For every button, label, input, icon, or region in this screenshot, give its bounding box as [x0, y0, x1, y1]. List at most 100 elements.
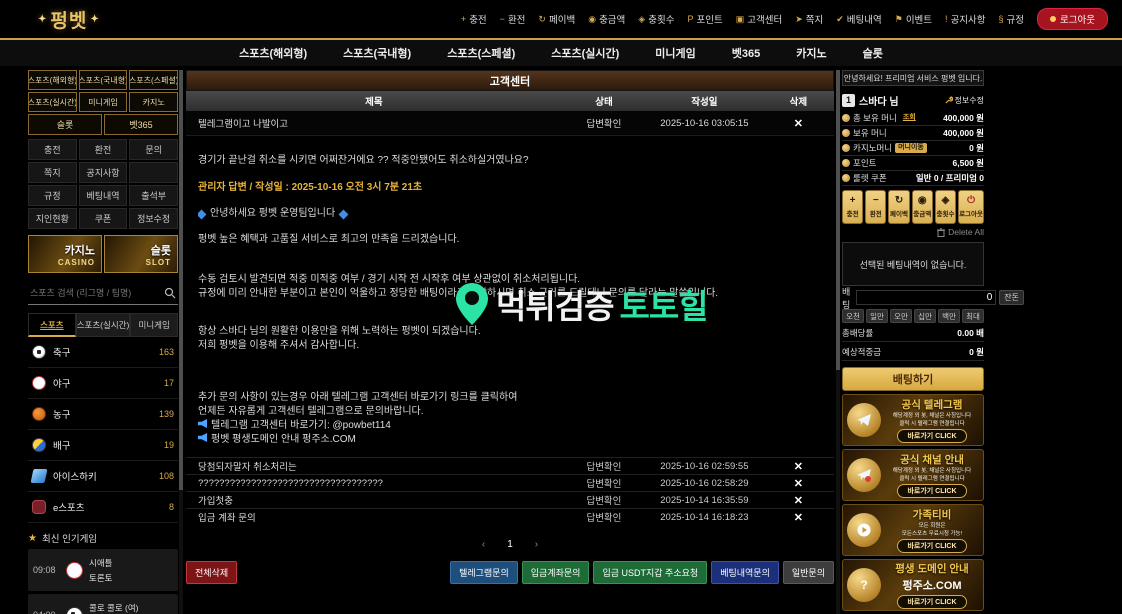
post-title[interactable]: 당첨되자말자 취소처리는 [186, 459, 562, 473]
menu-item-point[interactable]: P포인트 [687, 12, 722, 26]
search-icon[interactable] [164, 287, 176, 299]
post-title[interactable]: ??????????????????????????????????? [186, 478, 562, 489]
delete-post-icon[interactable]: ✕ [794, 118, 803, 130]
sidebar-item-inquiry[interactable]: 문의 [129, 139, 178, 160]
bet-history-inquiry-button[interactable]: 베팅내역문의 [711, 561, 779, 584]
sidebar-item-sports-domestic[interactable]: 스포츠(국내형) [79, 70, 128, 90]
general-inquiry-button[interactable]: 일반문의 [783, 561, 834, 584]
table-row-expanded[interactable]: 텔레그램이고 나발이고 답변확인 2025-10-16 03:05:15 ✕ [186, 111, 834, 136]
sports-search-input[interactable] [30, 288, 164, 298]
post-title[interactable]: 텔레그램이고 나발이고 [186, 116, 562, 130]
tab-sports[interactable]: 스포츠 [28, 313, 76, 337]
menu-item-exchange[interactable]: −환전 [500, 12, 526, 26]
quick-1000000-button[interactable]: 백만 [938, 309, 960, 323]
nav-sports-special[interactable]: 스포츠(스페셜) [447, 45, 515, 61]
sport-row-soccer[interactable]: 축구163 [28, 337, 178, 368]
charge-count-button[interactable]: ◈충횟수 [935, 190, 956, 224]
sport-row-baseball[interactable]: 야구17 [28, 368, 178, 399]
table-row[interactable]: 당첨되자말자 취소처리는 답변확인 2025-10-16 02:59:55 ✕ [186, 457, 834, 474]
tab-sports-live[interactable]: 스포츠(실시간) [76, 313, 131, 337]
banner-cta[interactable]: 바로가기 CLICK [897, 539, 966, 553]
sidebar-item-minigame[interactable]: 미니게임 [79, 92, 128, 112]
site-logo[interactable]: ✦ 펑벳 ✦ [38, 6, 100, 33]
change-button[interactable]: 잔돈 [999, 290, 1024, 305]
sidebar-item-sports-overseas[interactable]: 스포츠(해외형) [28, 70, 77, 90]
next-page-icon[interactable]: › [535, 539, 538, 550]
sport-row-volleyball[interactable]: 배구19 [28, 430, 178, 461]
casino-banner[interactable]: 카지노 CASINO [28, 235, 102, 273]
banner-cta[interactable]: 바로가기 CLICK [897, 484, 966, 498]
delete-post-icon[interactable]: ✕ [794, 512, 803, 524]
game-row[interactable]: 04:00콜로 콜로 (여)데포르티보 칼리 (여) [28, 594, 178, 614]
sport-row-esports[interactable]: e스포츠8 [28, 492, 178, 523]
nav-sports-domestic[interactable]: 스포츠(국내형) [343, 45, 411, 61]
nav-bet365[interactable]: 벳365 [732, 45, 760, 61]
telegram-official-banner[interactable]: 공식 텔레그램해당계정 외 봇, 채널은 사칭입니다클릭 시 텔레그램 연결됩니… [842, 394, 984, 446]
delete-all-button[interactable]: 전체삭제 [186, 561, 237, 584]
tab-minigame[interactable]: 미니게임 [130, 313, 178, 337]
sidebar-item-sports-special[interactable]: 스포츠(스페셜) [129, 70, 178, 90]
telegram-inquiry-button[interactable]: 텔레그램문의 [450, 561, 518, 584]
deposit-account-inquiry-button[interactable]: 입금계좌문의 [522, 561, 590, 584]
menu-item-payback[interactable]: ↻페이백 [538, 12, 575, 26]
family-tv-banner[interactable]: 가족티비모든 회원은모든스포츠 무료시청 가능!바로가기 CLICK [842, 504, 984, 556]
banner-cta[interactable]: 바로가기 CLICK [897, 429, 966, 443]
table-row[interactable]: ??????????????????????????????????? 답변확인… [186, 474, 834, 491]
place-bet-button[interactable]: 배팅하기 [842, 367, 984, 391]
table-row[interactable]: 입금 계좌 문의 답변확인 2025-10-14 16:18:23 ✕ [186, 508, 834, 525]
menu-item-notice[interactable]: !공지사항 [945, 12, 985, 26]
table-row[interactable]: 가입첫충 답변확인 2025-10-14 16:35:59 ✕ [186, 491, 834, 508]
sidebar-item-profile-edit[interactable]: 정보수정 [129, 208, 178, 229]
slot-banner[interactable]: 슬롯 SLOT [104, 235, 178, 273]
sidebar-item-event[interactable] [129, 162, 178, 183]
nav-casino[interactable]: 카지노 [796, 45, 826, 61]
sidebar-item-charge[interactable]: 충전 [28, 139, 77, 160]
sidebar-item-attendance[interactable]: 출석부 [129, 185, 178, 206]
money-transfer-button[interactable]: 머니이동 [895, 143, 927, 153]
menu-item-bet-history[interactable]: ✔베팅내역 [836, 12, 882, 26]
domain-banner[interactable]: ? 평생 도메인 안내펑주소.COM바로가기 CLICK [842, 559, 984, 611]
quick-100000-button[interactable]: 십만 [914, 309, 936, 323]
lookup-button[interactable]: 조회 [900, 113, 919, 123]
telegram-channel-banner[interactable]: 공식 채널 안내해당계정 외 봇, 채널은 사칭입니다클릭 시 텔레그램 연결됩… [842, 449, 984, 501]
game-row[interactable]: 09:08시애틀토론토 [28, 549, 178, 591]
prev-page-icon[interactable]: ‹ [482, 539, 485, 550]
sidebar-item-bet-history[interactable]: 베팅내역 [79, 185, 128, 206]
sidebar-item-notice[interactable]: 공지사항 [79, 162, 128, 183]
sidebar-item-bet365[interactable]: 벳365 [104, 114, 178, 135]
banner-cta[interactable]: 바로가기 CLICK [897, 595, 966, 609]
sidebar-item-sports-live[interactable]: 스포츠(실시간) [28, 92, 77, 112]
charge-amount-button[interactable]: ◉충금액 [912, 190, 933, 224]
sport-row-hockey[interactable]: 아이스하키108 [28, 461, 178, 492]
charge-button[interactable]: +충전 [842, 190, 863, 224]
delete-post-icon[interactable]: ✕ [794, 461, 803, 473]
nav-sports-live[interactable]: 스포츠(실시간) [551, 45, 619, 61]
sidebar-scrollbar[interactable] [179, 70, 183, 614]
quick-5000-button[interactable]: 오천 [842, 309, 864, 323]
menu-item-message[interactable]: ➤쪽지 [795, 12, 823, 26]
menu-item-charge-count[interactable]: ◈충횟수 [638, 12, 674, 26]
logout-button[interactable]: ⏻로그아웃 [958, 190, 984, 224]
nav-minigame[interactable]: 미니게임 [655, 45, 695, 61]
quick-50000-button[interactable]: 오만 [890, 309, 912, 323]
usdt-wallet-request-button[interactable]: 입금 USDT지갑 주소요청 [593, 561, 707, 584]
delete-all-bets[interactable]: Delete All [842, 224, 984, 240]
sidebar-item-exchange[interactable]: 환전 [79, 139, 128, 160]
delete-post-icon[interactable]: ✕ [794, 495, 803, 507]
page-number[interactable]: 1 [507, 539, 513, 550]
sidebar-item-message[interactable]: 쪽지 [28, 162, 77, 183]
menu-item-charge-amount[interactable]: ◉충금액 [588, 12, 625, 26]
logout-button[interactable]: 로그아웃 [1037, 8, 1108, 30]
sidebar-item-rules[interactable]: 규정 [28, 185, 77, 206]
sidebar-item-casino[interactable]: 카지노 [129, 92, 178, 112]
post-title[interactable]: 입금 계좌 문의 [186, 510, 562, 524]
delete-post-icon[interactable]: ✕ [794, 478, 803, 490]
quick-10000-button[interactable]: 일만 [866, 309, 888, 323]
main-scrollbar[interactable] [836, 70, 840, 614]
menu-item-rules[interactable]: §규정 [999, 12, 1025, 26]
exchange-button[interactable]: −환전 [865, 190, 886, 224]
quick-max-button[interactable]: 최대 [962, 309, 984, 323]
bet-amount-input[interactable] [856, 290, 996, 305]
payback-button[interactable]: ↻페이백 [888, 190, 909, 224]
nav-slot[interactable]: 슬롯 [863, 45, 883, 61]
